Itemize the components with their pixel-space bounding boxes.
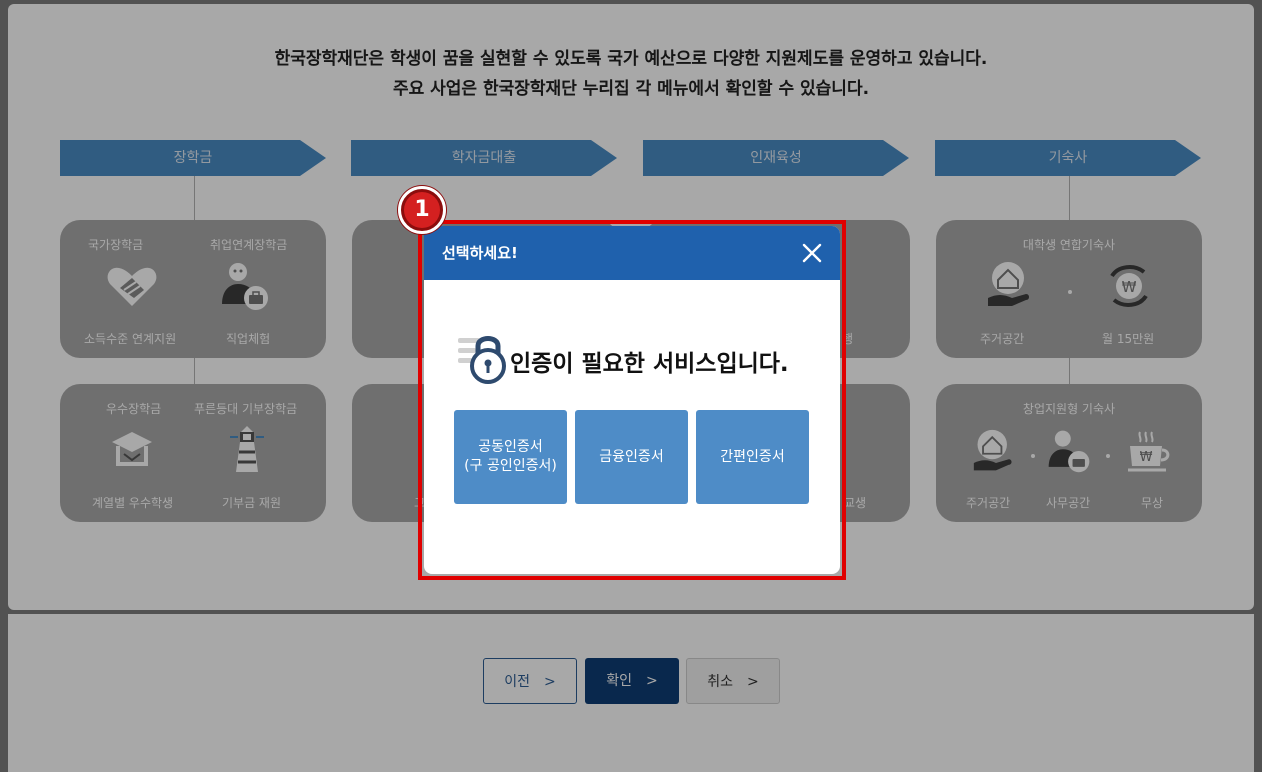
- financial-certificate-button[interactable]: 금융인증서: [575, 410, 688, 504]
- auth-required-message: 인증이 필요한 서비스입니다.: [510, 351, 789, 377]
- joint-certificate-button[interactable]: 공동인증서 (구 공인인증서): [454, 410, 567, 504]
- modal-header: 선택하세요!: [424, 226, 840, 280]
- button-label: 금융인증서: [599, 448, 664, 465]
- close-icon[interactable]: [798, 239, 826, 267]
- modal-title: 선택하세요!: [442, 244, 518, 262]
- step-number: 1: [404, 192, 440, 228]
- button-label: 간편인증서: [720, 448, 785, 465]
- lock-icon: [458, 336, 506, 384]
- button-sublabel: (구 공인인증서): [464, 458, 557, 474]
- button-label: 공동인증서: [478, 439, 543, 455]
- step-badge: 1: [398, 186, 446, 234]
- simple-certificate-button[interactable]: 간편인증서: [696, 410, 809, 504]
- auth-select-modal: 선택하세요! 인증이 필요한 서비스입니다. 공동인증서 (구 공인인증서) 금…: [424, 226, 840, 574]
